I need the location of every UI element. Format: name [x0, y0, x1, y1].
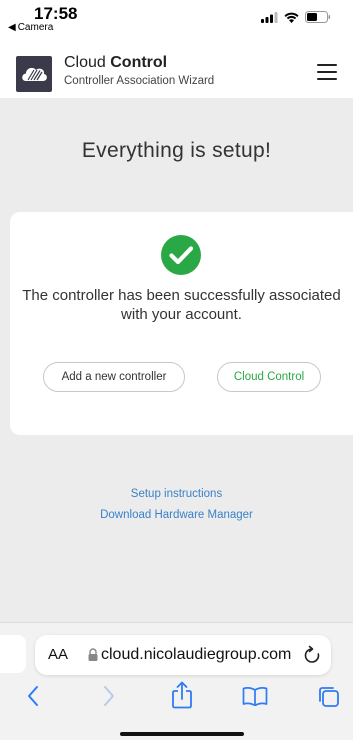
- app-title-plain: Cloud: [64, 54, 111, 71]
- reader-settings-button[interactable]: AA: [48, 646, 68, 663]
- browser-toolbar: AA cloud.nicolaudiegroup.com: [0, 622, 353, 740]
- success-message: The controller has been successfully ass…: [22, 287, 341, 323]
- status-bar: 17:58 ◀ Camera: [0, 0, 353, 44]
- app-subtitle: Controller Association Wizard: [64, 75, 215, 87]
- url-text[interactable]: cloud.nicolaudiegroup.com: [101, 646, 291, 664]
- forward-chevron-icon[interactable]: [102, 685, 116, 707]
- back-chevron-icon[interactable]: [26, 685, 40, 707]
- setup-instructions-link[interactable]: Setup instructions: [0, 488, 353, 500]
- page-title: Everything is setup!: [81, 139, 272, 162]
- add-controller-button[interactable]: Add a new controller: [43, 362, 185, 392]
- hamburger-menu-icon[interactable]: [317, 64, 337, 80]
- back-triangle-icon: ◀: [8, 22, 16, 33]
- back-app-label: Camera: [17, 22, 54, 33]
- wifi-icon: [284, 12, 299, 23]
- back-to-app-link[interactable]: ◀ Camera: [8, 22, 53, 33]
- aa-label: AA: [48, 646, 69, 663]
- reload-icon[interactable]: [303, 645, 321, 665]
- lock-icon: [88, 648, 98, 661]
- tabs-icon[interactable]: [317, 685, 341, 709]
- address-bar[interactable]: AA cloud.nicolaudiegroup.com: [35, 635, 331, 675]
- app-title: Cloud Control: [64, 54, 167, 72]
- success-card: The controller has been successfully ass…: [10, 212, 353, 435]
- download-hardware-manager-link[interactable]: Download Hardware Manager: [0, 509, 353, 521]
- cloud-logo-icon: [22, 67, 47, 81]
- status-time: 17:58: [34, 4, 78, 23]
- home-indicator: [120, 732, 244, 736]
- previous-tab-preview[interactable]: [0, 635, 26, 673]
- battery-icon: [305, 11, 331, 23]
- status-icons: [261, 11, 331, 23]
- app-header: Cloud Control Controller Association Wiz…: [0, 44, 353, 98]
- cloud-control-logo[interactable]: [16, 56, 52, 92]
- cloud-control-button[interactable]: Cloud Control: [217, 362, 321, 392]
- app-title-bold: Control: [110, 54, 168, 71]
- signal-icon: [261, 11, 278, 23]
- success-check-icon: [161, 235, 201, 275]
- share-icon[interactable]: [171, 681, 193, 709]
- bookmarks-icon[interactable]: [242, 686, 268, 706]
